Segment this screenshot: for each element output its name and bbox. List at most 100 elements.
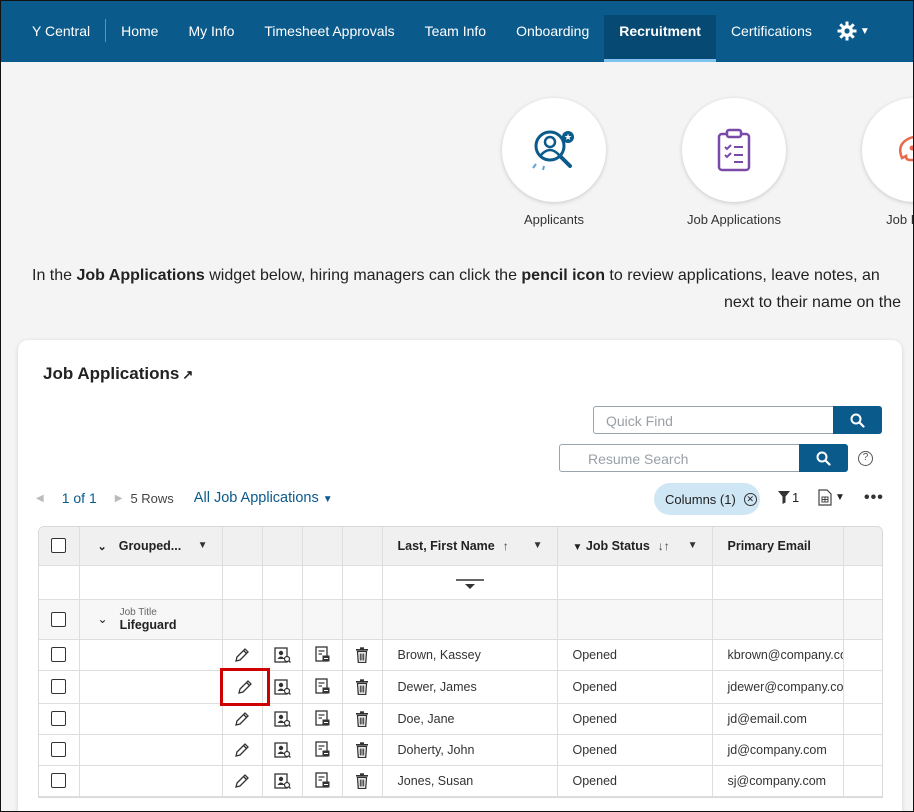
job-applications-card: Job Applications ↗ Quick Find Resume Sear… — [18, 340, 902, 812]
search-icon — [850, 413, 865, 428]
group-row: ⌄ Job Title Lifeguard — [39, 599, 882, 640]
columns-filter-pill[interactable]: Columns (1) ✕ — [654, 483, 760, 515]
pencil-icon[interactable] — [230, 707, 254, 731]
job-status: Opened — [572, 742, 617, 757]
email-column-header[interactable]: Primary Email — [728, 539, 811, 553]
view-selector[interactable]: All Job Applications ▼ — [194, 490, 333, 506]
row-checkbox[interactable] — [51, 742, 67, 757]
nav-home[interactable]: Home — [106, 0, 173, 62]
row-checkbox[interactable] — [51, 773, 67, 788]
job-status: Opened — [572, 679, 617, 694]
applicant-name: Dewer, James — [397, 679, 477, 694]
widget-job-applications[interactable]: Job Applications — [654, 98, 814, 227]
primary-email: jdewer@company.con — [727, 679, 843, 694]
nav-certifications[interactable]: Certifications — [716, 0, 827, 62]
row-checkbox[interactable] — [51, 679, 67, 694]
view-profile-icon[interactable] — [270, 707, 294, 731]
nav-onboarding[interactable]: Onboarding — [501, 0, 604, 62]
applications-grid: ⌄ Grouped... ▼ Last, First Name ↑ ▼ ▼ Jo… — [38, 526, 883, 798]
trash-icon[interactable] — [350, 738, 374, 762]
top-nav: Y Central Home My Info Timesheet Approva… — [0, 0, 914, 62]
intro-line-2: next to their name on the — [724, 294, 901, 311]
pencil-icon[interactable] — [230, 769, 254, 793]
resume-search-button[interactable] — [799, 444, 848, 472]
filter-icon — [778, 491, 790, 504]
prev-page-icon[interactable]: ◀ — [36, 493, 44, 504]
table-row[interactable]: Doherty, John Opened jd@company.com — [39, 734, 882, 766]
status-column-header[interactable]: ▼ Job Status ↓↑ — [573, 539, 670, 553]
name-column-header[interactable]: Last, First Name ↑ — [398, 539, 509, 553]
row-checkbox[interactable] — [51, 647, 67, 662]
nav-timesheet-approvals[interactable]: Timesheet Approvals — [249, 0, 409, 62]
table-row[interactable]: Brown, Kassey Opened kbrown@company.co — [39, 639, 882, 671]
nav-y-central[interactable]: Y Central — [0, 0, 105, 62]
svg-text:★: ★ — [564, 133, 572, 143]
nav-my-info[interactable]: My Info — [173, 0, 249, 62]
trash-icon[interactable] — [350, 675, 374, 699]
widget-label: Job Applications — [687, 212, 781, 227]
view-profile-icon[interactable] — [270, 643, 294, 667]
job-status: Opened — [572, 647, 617, 662]
applicant-name: Jones, Susan — [397, 773, 474, 788]
next-page-icon[interactable]: ▶ — [115, 493, 123, 504]
table-row[interactable]: Doe, Jane Opened jd@email.com — [39, 703, 882, 735]
widget-applicants[interactable]: ★ Applicants — [474, 98, 634, 227]
intro-line-1: In the Job Applications widget below, hi… — [32, 267, 880, 284]
export-menu[interactable]: ▼ — [818, 489, 845, 506]
group-checkbox[interactable] — [51, 611, 67, 627]
select-all-checkbox[interactable] — [51, 538, 67, 554]
search-icon — [816, 451, 831, 466]
nav-team-info[interactable]: Team Info — [410, 0, 501, 62]
help-icon[interactable]: ? — [858, 451, 873, 466]
applicant-name: Brown, Kassey — [397, 647, 481, 662]
sort-icon: ↓↑ — [657, 538, 670, 553]
network-head-icon — [899, 135, 914, 162]
nav-recruitment[interactable]: Recruitment — [604, 15, 716, 62]
collapse-group-icon[interactable]: ⌄ — [98, 612, 108, 626]
widget-label: Applicants — [524, 212, 584, 227]
row-checkbox[interactable] — [51, 711, 67, 726]
applicant-name: Doherty, John — [397, 742, 475, 757]
gear-icon — [837, 21, 857, 41]
view-profile-icon[interactable] — [270, 769, 294, 793]
resume-icon[interactable] — [310, 675, 334, 699]
trash-icon[interactable] — [350, 707, 374, 731]
chevron-down-icon: ⌄ — [97, 540, 107, 553]
external-link-icon: ↗ — [182, 367, 194, 382]
grouped-column-header[interactable]: ⌄ Grouped... — [98, 539, 182, 553]
filter-button[interactable]: 1 — [778, 490, 799, 505]
filter-icon: ▼ — [572, 541, 583, 553]
table-row[interactable]: Jones, Susan Opened sj@company.com — [39, 765, 882, 797]
settings-menu[interactable]: ▼ — [827, 0, 880, 62]
quick-find-button[interactable] — [833, 406, 882, 434]
group-value: Lifeguard — [119, 617, 177, 632]
page-indicator: 1 of 1 — [61, 490, 97, 506]
trash-icon[interactable] — [350, 643, 374, 667]
column-menu-icon[interactable]: ▼ — [688, 540, 698, 551]
resume-icon[interactable] — [310, 769, 334, 793]
column-menu-icon[interactable]: ▼ — [198, 540, 208, 551]
filter-dropdown-icon[interactable] — [455, 578, 484, 590]
trash-icon[interactable] — [350, 769, 374, 793]
resume-icon[interactable] — [310, 707, 334, 731]
resume-search-input[interactable]: Resume Search — [559, 444, 800, 472]
primary-email: jd@company.com — [727, 742, 827, 757]
more-options-icon[interactable]: ••• — [864, 489, 884, 507]
primary-email: kbrown@company.co — [727, 647, 843, 662]
pencil-icon[interactable] — [219, 667, 270, 706]
widget-label: Job Requ — [886, 212, 914, 227]
column-menu-icon[interactable]: ▼ — [533, 540, 543, 551]
close-icon[interactable]: ✕ — [743, 492, 757, 506]
widget-job-requisitions[interactable]: Job Requ — [834, 98, 914, 227]
card-title[interactable]: Job Applications ↗ — [43, 364, 193, 384]
applicant-search-icon: ★ — [532, 130, 574, 171]
resume-icon[interactable] — [310, 738, 334, 762]
applicant-name: Doe, Jane — [397, 711, 455, 726]
quick-find-input[interactable]: Quick Find — [593, 406, 834, 434]
view-profile-icon[interactable] — [270, 675, 294, 699]
resume-icon[interactable] — [310, 643, 334, 667]
pencil-icon[interactable] — [230, 738, 254, 762]
view-profile-icon[interactable] — [270, 738, 294, 762]
table-row[interactable]: Dewer, James Opened jdewer@company.con — [39, 667, 882, 706]
pencil-icon[interactable] — [230, 643, 254, 667]
